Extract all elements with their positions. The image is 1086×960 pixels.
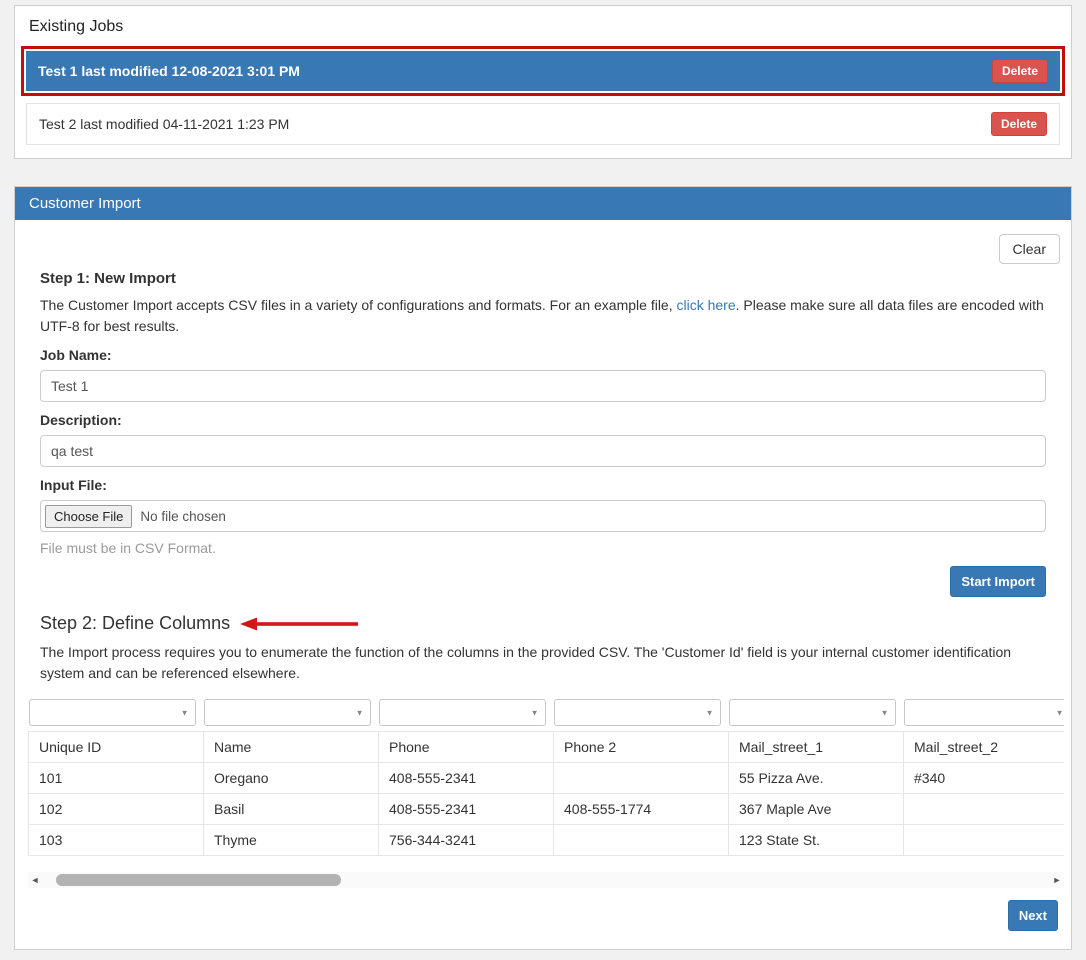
column-mapping-select-3[interactable] [379, 699, 546, 726]
column-mapping-select-5[interactable] [729, 699, 896, 726]
step2-title: Step 2: Define Columns [40, 613, 230, 634]
job-label: Test 1 last modified 12-08-2021 3:01 PM [38, 63, 300, 79]
csv-preview-table-wrap: ▼ ▼ ▼ ▼ ▼ ▼ Unique ID Name Phone Phone 2… [28, 696, 1064, 856]
table-cell [554, 763, 729, 794]
description-input[interactable] [40, 435, 1046, 467]
horizontal-scrollbar[interactable]: ◄ ► [28, 872, 1064, 888]
table-cell [904, 825, 1065, 856]
column-mapping-select-4[interactable] [554, 699, 721, 726]
page: Existing Jobs Test 1 last modified 12-08… [0, 0, 1086, 960]
annotation-highlight-box: Test 1 last modified 12-08-2021 3:01 PM … [21, 46, 1065, 96]
column-header: Phone [379, 732, 554, 763]
delete-job-button[interactable]: Delete [991, 112, 1047, 136]
csv-preview-table: ▼ ▼ ▼ ▼ ▼ ▼ Unique ID Name Phone Phone 2… [28, 696, 1064, 856]
input-file-label: Input File: [40, 477, 1046, 493]
existing-jobs-panel: Existing Jobs Test 1 last modified 12-08… [14, 5, 1072, 159]
table-cell: 102 [29, 794, 204, 825]
start-import-button[interactable]: Start Import [950, 566, 1046, 597]
table-cell: 756-344-3241 [379, 825, 554, 856]
job-name-label: Job Name: [40, 347, 1046, 363]
column-header: Mail_street_2 [904, 732, 1065, 763]
table-cell: 408-555-2341 [379, 794, 554, 825]
scroll-left-icon[interactable]: ◄ [28, 872, 42, 888]
column-mapping-select-1[interactable] [29, 699, 196, 726]
step2-head: Step 2: Define Columns [40, 613, 1046, 634]
column-header: Name [204, 732, 379, 763]
customer-import-panel: Customer Import Clear Step 1: New Import… [14, 186, 1072, 950]
table-cell: 101 [29, 763, 204, 794]
step1-description: The Customer Import accepts CSV files in… [40, 295, 1046, 337]
table-row: 102 Basil 408-555-2341 408-555-1774 367 … [29, 794, 1065, 825]
table-header-row: Unique ID Name Phone Phone 2 Mail_street… [29, 732, 1065, 763]
start-import-row: Start Import [40, 566, 1046, 597]
column-select-row: ▼ ▼ ▼ ▼ ▼ ▼ [29, 696, 1065, 732]
table-cell: Thyme [204, 825, 379, 856]
table-cell: 408-555-1774 [554, 794, 729, 825]
file-input[interactable]: Choose File No file chosen [40, 500, 1046, 532]
table-cell: 123 State St. [729, 825, 904, 856]
table-cell: Oregano [204, 763, 379, 794]
column-mapping-select-2[interactable] [204, 699, 371, 726]
job-label: Test 2 last modified 04-11-2021 1:23 PM [39, 116, 289, 132]
table-cell [904, 794, 1065, 825]
step1-description-text: The Customer Import accepts CSV files in… [40, 297, 677, 313]
job-name-input[interactable] [40, 370, 1046, 402]
existing-jobs-title: Existing Jobs [29, 18, 1065, 36]
delete-job-button[interactable]: Delete [992, 59, 1048, 83]
job-name-group: Job Name: [40, 347, 1046, 402]
column-header: Phone 2 [554, 732, 729, 763]
clear-row: Clear [26, 234, 1060, 264]
customer-import-body: Clear Step 1: New Import The Customer Im… [15, 220, 1071, 949]
table-cell: 408-555-2341 [379, 763, 554, 794]
file-format-note: File must be in CSV Format. [40, 540, 1046, 556]
table-cell: Basil [204, 794, 379, 825]
description-group: Description: [40, 412, 1046, 467]
example-file-link[interactable]: click here [677, 297, 736, 313]
job-row-test2[interactable]: Test 2 last modified 04-11-2021 1:23 PM … [26, 103, 1060, 145]
table-cell: 55 Pizza Ave. [729, 763, 904, 794]
clear-button[interactable]: Clear [999, 234, 1060, 264]
next-row: Next [28, 900, 1058, 931]
table-cell: 367 Maple Ave [729, 794, 904, 825]
scrollbar-thumb[interactable] [56, 874, 341, 886]
table-cell: 103 [29, 825, 204, 856]
table-row: 101 Oregano 408-555-2341 55 Pizza Ave. #… [29, 763, 1065, 794]
step2-description: The Import process requires you to enume… [40, 642, 1046, 684]
column-header: Unique ID [29, 732, 204, 763]
table-row: 103 Thyme 756-344-3241 123 State St. [29, 825, 1065, 856]
scrollbar-track[interactable] [42, 872, 1050, 888]
column-header: Mail_street_1 [729, 732, 904, 763]
step1-title: Step 1: New Import [40, 270, 1060, 287]
table-cell: #340 [904, 763, 1065, 794]
input-file-group: Input File: Choose File No file chosen [40, 477, 1046, 532]
job-row-test1[interactable]: Test 1 last modified 12-08-2021 3:01 PM … [26, 51, 1060, 91]
customer-import-header: Customer Import [15, 187, 1071, 220]
next-button[interactable]: Next [1008, 900, 1058, 931]
choose-file-button[interactable]: Choose File [45, 505, 132, 528]
description-label: Description: [40, 412, 1046, 428]
table-cell [554, 825, 729, 856]
annotation-arrow [240, 616, 360, 632]
no-file-chosen-text: No file chosen [140, 509, 226, 524]
column-mapping-select-6[interactable] [904, 699, 1065, 726]
scroll-right-icon[interactable]: ► [1050, 872, 1064, 888]
